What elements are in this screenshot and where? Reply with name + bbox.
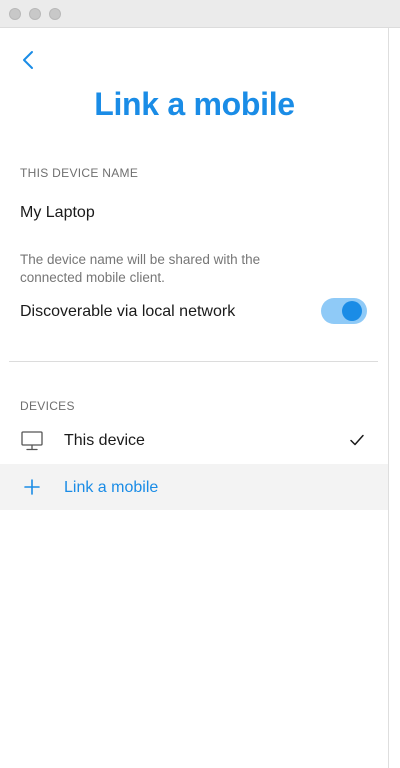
- device-list-item[interactable]: This device: [0, 419, 389, 463]
- adjacent-pane: [389, 28, 400, 768]
- devices-section-label: DEVICES: [20, 399, 75, 413]
- discoverable-label: Discoverable via local network: [20, 303, 236, 320]
- toggle-knob: [342, 301, 362, 321]
- plus-icon: [24, 479, 40, 495]
- chevron-left-icon: [23, 51, 33, 69]
- link-mobile-panel: Link a mobile THIS DEVICE NAME My Laptop…: [0, 28, 389, 768]
- monitor-icon: [21, 431, 43, 451]
- window-titlebar: [0, 0, 400, 28]
- zoom-window-button[interactable]: [49, 8, 61, 20]
- minimize-window-button[interactable]: [29, 8, 41, 20]
- discoverable-row: Discoverable via local network: [20, 296, 367, 328]
- device-name-help-text: The device name will be shared with the …: [20, 252, 261, 285]
- page-title: Link a mobile: [94, 86, 295, 122]
- link-mobile-button[interactable]: Link a mobile: [0, 464, 389, 510]
- app-window: Link a mobile THIS DEVICE NAME My Laptop…: [0, 0, 400, 768]
- section-divider: [9, 361, 378, 362]
- discoverable-toggle[interactable]: [321, 298, 367, 324]
- device-name-field[interactable]: My Laptop: [20, 204, 95, 222]
- device-name-section-label: THIS DEVICE NAME: [20, 166, 139, 180]
- back-button[interactable]: [16, 48, 40, 72]
- close-window-button[interactable]: [9, 8, 21, 20]
- checkmark-icon: [350, 434, 364, 446]
- link-mobile-label: Link a mobile: [64, 479, 159, 496]
- device-name-label: This device: [64, 432, 145, 449]
